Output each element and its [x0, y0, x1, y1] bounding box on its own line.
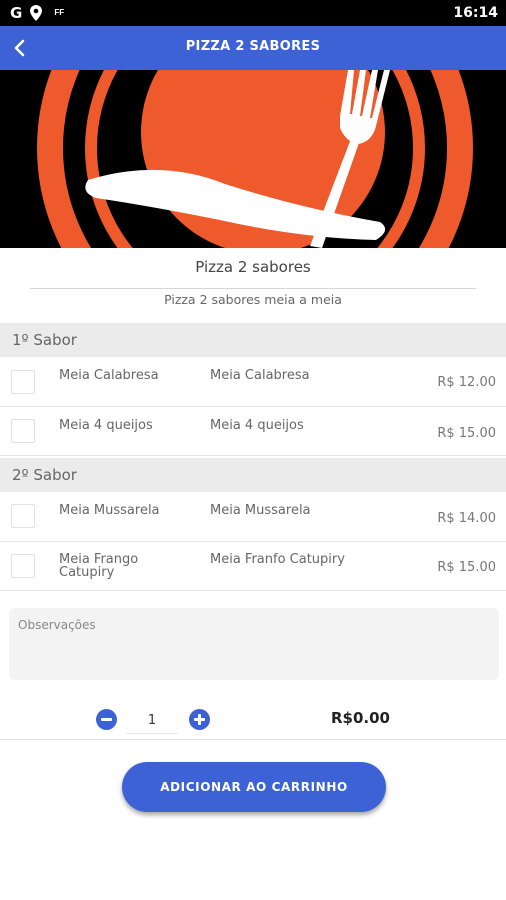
section-title: 1º Sabor	[12, 331, 77, 349]
page-title: PIZZA 2 SABORES	[185, 39, 321, 54]
status-time: 16:14	[453, 5, 498, 21]
option-description: Meia 4 queijos	[210, 418, 304, 433]
section-title: 2º Sabor	[12, 466, 77, 484]
minus-circle-icon[interactable]	[96, 709, 117, 730]
section-header-2: 2º Sabor	[0, 458, 506, 492]
option-description: Meia Mussarela	[210, 503, 311, 518]
product-image	[0, 70, 506, 248]
fork-and-knife-plate-icon	[0, 70, 506, 248]
option-description: Meia Franfo Catupiry	[210, 552, 345, 567]
total-price: R$0.00	[331, 709, 390, 727]
plus-circle-icon[interactable]	[189, 709, 210, 730]
product-description: Pizza 2 sabores meia a meia	[164, 292, 342, 307]
section-header-1: 1º Sabor	[0, 323, 506, 357]
option-row-mussarela[interactable]: Meia Mussarela Meia Mussarela R$ 14.00	[0, 493, 506, 542]
google-icon: G	[10, 4, 23, 22]
option-row-calabresa[interactable]: Meia Calabresa Meia Calabresa R$ 12.00	[0, 358, 506, 407]
option-name: Meia Calabresa	[59, 368, 159, 383]
option-price: R$ 12.00	[437, 375, 496, 390]
option-price: R$ 15.00	[437, 560, 496, 575]
status-bar: G FF 16:14	[0, 0, 506, 26]
add-to-cart-button[interactable]: ADICIONAR AO CARRINHO	[122, 762, 386, 812]
quantity-input[interactable]	[126, 708, 178, 734]
option-checkbox[interactable]	[11, 554, 35, 578]
divider	[0, 739, 506, 740]
option-row-frango-catupiry[interactable]: Meia Frango Catupiry Meia Franfo Catupir…	[0, 542, 506, 591]
option-description: Meia Calabresa	[210, 368, 310, 383]
option-checkbox[interactable]	[11, 504, 35, 528]
option-row-4-queijos[interactable]: Meia 4 queijos Meia 4 queijos R$ 15.00	[0, 407, 506, 456]
option-price: R$ 15.00	[437, 426, 496, 441]
notification-icon: FF	[54, 8, 65, 17]
option-checkbox[interactable]	[11, 419, 35, 443]
option-price: R$ 14.00	[437, 511, 496, 526]
option-name: Meia Mussarela	[59, 503, 160, 518]
option-name: Meia Frango Catupiry	[59, 552, 139, 580]
product-name: Pizza 2 sabores	[195, 258, 311, 276]
app-bar: PIZZA 2 SABORES	[0, 26, 506, 70]
location-icon	[30, 5, 43, 21]
notes-field[interactable]	[9, 608, 499, 680]
option-name: Meia 4 queijos	[59, 418, 153, 433]
option-checkbox[interactable]	[11, 370, 35, 394]
divider	[30, 288, 476, 289]
